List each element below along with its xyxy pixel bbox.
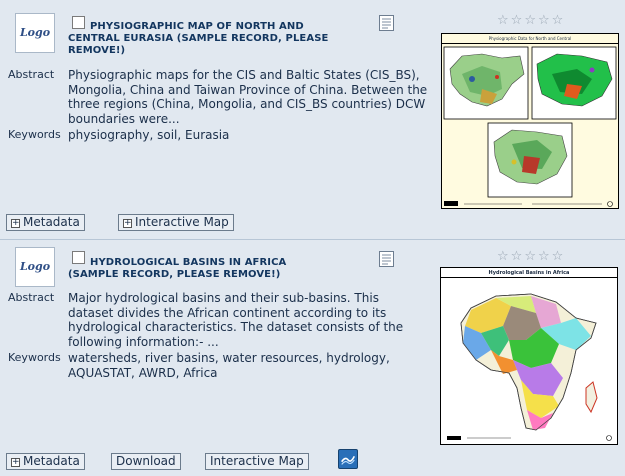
- download-button-label: Download: [116, 454, 176, 468]
- abstract-text: Physiographic maps for the CIS and Balti…: [68, 68, 428, 126]
- record-title[interactable]: PHYSIOGRAPHIC MAP OF NORTH AND CENTRAL E…: [68, 21, 348, 57]
- logo: Logo: [15, 13, 55, 53]
- star-icon[interactable]: ☆: [497, 250, 509, 263]
- expand-icon: +: [11, 218, 20, 228]
- metadata-button-label: Metadata: [23, 454, 80, 468]
- map-thumbnail[interactable]: Hydrological Basins in Africa: [440, 267, 618, 445]
- star-icon[interactable]: ☆: [524, 250, 536, 263]
- star-icon[interactable]: ☆: [538, 250, 550, 263]
- title-line[interactable]: PHYSIOGRAPHIC MAP OF NORTH AND: [90, 21, 304, 32]
- rating-stars[interactable]: ☆ ☆ ☆ ☆ ☆: [497, 250, 563, 263]
- document-icon[interactable]: [378, 250, 396, 268]
- star-icon[interactable]: ☆: [511, 250, 523, 263]
- keywords-text: physiography, soil, Eurasia: [68, 128, 230, 142]
- search-result-record: Logo HYDROLOGICAL BASINS IN AFRICA (SAMP…: [0, 241, 625, 476]
- search-result-record: Logo PHYSIOGRAPHIC MAP OF NORTH AND CENT…: [0, 8, 625, 240]
- thumbnail-caption: Hydrological Basins in Africa: [441, 268, 617, 278]
- document-icon[interactable]: [378, 14, 396, 32]
- download-button[interactable]: Download: [111, 453, 181, 470]
- keywords-label: Keywords: [8, 128, 61, 141]
- keywords-label: Keywords: [8, 351, 61, 364]
- abstract-label: Abstract: [8, 291, 55, 304]
- star-icon[interactable]: ☆: [538, 14, 550, 27]
- africa-map-image: [447, 293, 612, 441]
- metadata-button[interactable]: + Metadata: [6, 214, 85, 231]
- map-thumbnail[interactable]: Physiographic Data for North and Central: [441, 33, 619, 209]
- metadata-button[interactable]: + Metadata: [6, 453, 85, 470]
- star-icon[interactable]: ☆: [552, 14, 564, 27]
- title-line[interactable]: (SAMPLE RECORD, PLEASE REMOVE!): [68, 269, 348, 281]
- abstract-text: Major hydrological basins and their sub-…: [68, 291, 404, 349]
- metadata-button-label: Metadata: [23, 215, 80, 229]
- star-icon[interactable]: ☆: [524, 14, 536, 27]
- title-line[interactable]: REMOVE!): [68, 45, 348, 57]
- keywords-text: watersheds, river basins, water resource…: [68, 351, 390, 380]
- map-service-icon[interactable]: [338, 449, 358, 469]
- eurasia-maps-image: [443, 46, 617, 207]
- record-title[interactable]: HYDROLOGICAL BASINS IN AFRICA (SAMPLE RE…: [68, 257, 348, 281]
- interactive-map-button-label: Interactive Map: [210, 454, 304, 468]
- title-line[interactable]: CENTRAL EURASIA (SAMPLE RECORD, PLEASE: [68, 33, 348, 45]
- rating-stars[interactable]: ☆ ☆ ☆ ☆ ☆: [497, 14, 563, 27]
- logo: Logo: [15, 247, 55, 287]
- interactive-map-button-label: Interactive Map: [135, 215, 229, 229]
- title-line[interactable]: HYDROLOGICAL BASINS IN AFRICA: [90, 257, 286, 268]
- abstract-label: Abstract: [8, 68, 55, 81]
- expand-icon: +: [11, 457, 20, 467]
- star-icon[interactable]: ☆: [497, 14, 509, 27]
- interactive-map-button[interactable]: Interactive Map: [205, 453, 309, 470]
- star-icon[interactable]: ☆: [552, 250, 564, 263]
- interactive-map-button[interactable]: + Interactive Map: [118, 214, 234, 231]
- thumbnail-caption: Physiographic Data for North and Central: [442, 34, 618, 44]
- star-icon[interactable]: ☆: [511, 14, 523, 27]
- expand-icon: +: [123, 218, 132, 228]
